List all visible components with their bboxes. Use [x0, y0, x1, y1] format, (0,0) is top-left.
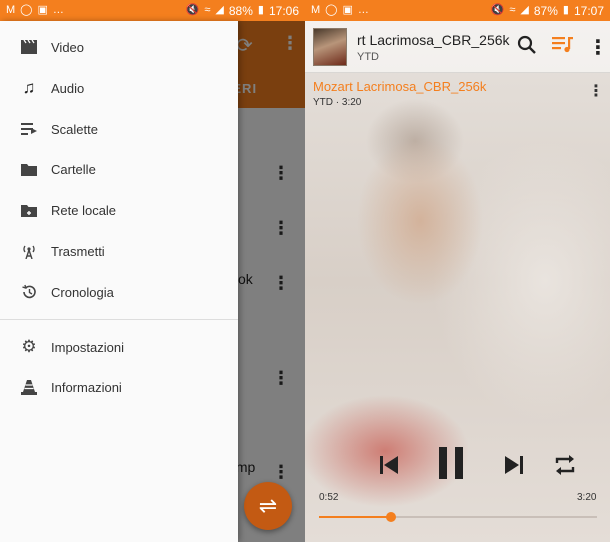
gallery-icon: ▣: [37, 4, 48, 16]
history-icon: [20, 283, 38, 301]
drawer-item-label: Cartelle: [51, 161, 96, 177]
drawer-item-label: Trasmetti: [51, 243, 105, 259]
drawer-item-label: Audio: [51, 80, 85, 96]
stream-antenna-icon: [20, 242, 38, 260]
elapsed-time: 0:52: [319, 492, 339, 503]
notification-icon: ◯: [325, 4, 338, 16]
header-track-artist: YTD: [357, 51, 379, 63]
track-title: Mozart Lacrimosa_CBR_256k: [313, 79, 487, 94]
status-bar: M ◯ ▣ … 🔇 ≈ ◢ 88% ▮ 17:06: [0, 0, 305, 21]
pause-icon: [439, 447, 463, 479]
shuffle-icon: ⇌: [258, 493, 278, 518]
track-menu-icon[interactable]: ⋮: [588, 81, 604, 101]
drawer-divider: [0, 319, 238, 320]
repeat-button[interactable]: [551, 451, 579, 479]
wifi-icon: ≈: [509, 4, 516, 16]
drawer-item-history[interactable]: Cronologia: [0, 272, 238, 312]
network-folder-icon: [20, 201, 38, 219]
search-icon[interactable]: [517, 35, 537, 61]
status-bar: M ◯ ▣ … 🔇 ≈ ◢ 87% ▮ 17:07: [305, 0, 610, 21]
audio-player: rt Lacrimosa_CBR_256k YTD ⋮ Mozart Lacri…: [305, 21, 610, 542]
drawer-item-stream[interactable]: Trasmetti: [0, 231, 238, 271]
drawer-item-video[interactable]: Video: [0, 27, 238, 67]
music-note-icon: ♫: [22, 78, 36, 97]
previous-button[interactable]: [377, 453, 401, 477]
gear-icon: ⚙: [21, 337, 37, 356]
vlc-cone-icon: [20, 378, 38, 396]
gmail-icon: M: [6, 4, 16, 16]
signal-icon: ◢: [215, 4, 224, 16]
skip-previous-icon: [380, 456, 398, 474]
drawer-item-label: Rete locale: [51, 202, 117, 218]
player-header: rt Lacrimosa_CBR_256k YTD ⋮: [305, 21, 610, 73]
album-art-thumbnail[interactable]: [313, 28, 347, 66]
drawer-item-about[interactable]: Informazioni: [0, 367, 238, 407]
navigation-drawer: Video ♫ Audio Scalette Cartelle Rete loc…: [0, 21, 238, 542]
folder-icon: [20, 160, 38, 178]
drawer-item-audio[interactable]: ♫ Audio: [0, 68, 238, 108]
notification-icon: ◯: [20, 4, 33, 16]
signal-icon: ◢: [520, 4, 529, 16]
repeat-icon: [555, 455, 575, 475]
queue-icon[interactable]: [552, 35, 574, 59]
battery-level: 88%: [228, 3, 253, 18]
battery-icon: ▮: [257, 4, 264, 16]
overflow-menu-icon[interactable]: ⋮: [588, 35, 608, 60]
drawer-item-label: Cronologia: [51, 284, 114, 300]
clock: 17:07: [573, 3, 604, 18]
next-button[interactable]: [502, 453, 526, 477]
mute-icon: 🔇: [185, 4, 200, 16]
header-track-title: rt Lacrimosa_CBR_256k: [357, 32, 510, 48]
drawer-item-label: Scalette: [51, 121, 98, 137]
seek-bar[interactable]: [319, 512, 597, 522]
right-screen: M ◯ ▣ … 🔇 ≈ ◢ 87% ▮ 17:07 rt Lacrimosa_C…: [305, 0, 610, 542]
playlist-icon: [20, 120, 38, 138]
battery-level: 87%: [533, 3, 558, 18]
gmail-icon: M: [311, 4, 321, 16]
drawer-item-settings[interactable]: ⚙ Impostazioni: [0, 327, 238, 367]
track-subtitle: YTD · 3:20: [313, 97, 362, 108]
video-clapper-icon: [20, 38, 38, 56]
seek-bar-progress: [319, 516, 392, 518]
clock: 17:06: [268, 3, 299, 18]
gallery-icon: ▣: [342, 4, 353, 16]
drawer-item-folders[interactable]: Cartelle: [0, 149, 238, 189]
battery-icon: ▮: [562, 4, 569, 16]
mute-icon: 🔇: [490, 4, 505, 16]
drawer-item-local-network[interactable]: Rete locale: [0, 190, 238, 230]
drawer-item-playlists[interactable]: Scalette: [0, 109, 238, 149]
shuffle-fab[interactable]: ⇌: [244, 482, 292, 530]
skip-next-icon: [505, 456, 523, 474]
left-screen: M ◯ ▣ … 🔇 ≈ ◢ 88% ▮ 17:06 ⟳ ⋮ NERI ⋮ ⋮ ⋮…: [0, 0, 305, 542]
total-duration: 3:20: [577, 492, 597, 503]
drawer-item-label: Video: [51, 39, 85, 55]
more-notifications-icon: …: [357, 4, 369, 16]
drawer-item-label: Informazioni: [51, 379, 122, 395]
wifi-icon: ≈: [204, 4, 211, 16]
more-notifications-icon: …: [52, 4, 64, 16]
drawer-item-label: Impostazioni: [51, 339, 124, 355]
pause-button[interactable]: [435, 445, 467, 481]
